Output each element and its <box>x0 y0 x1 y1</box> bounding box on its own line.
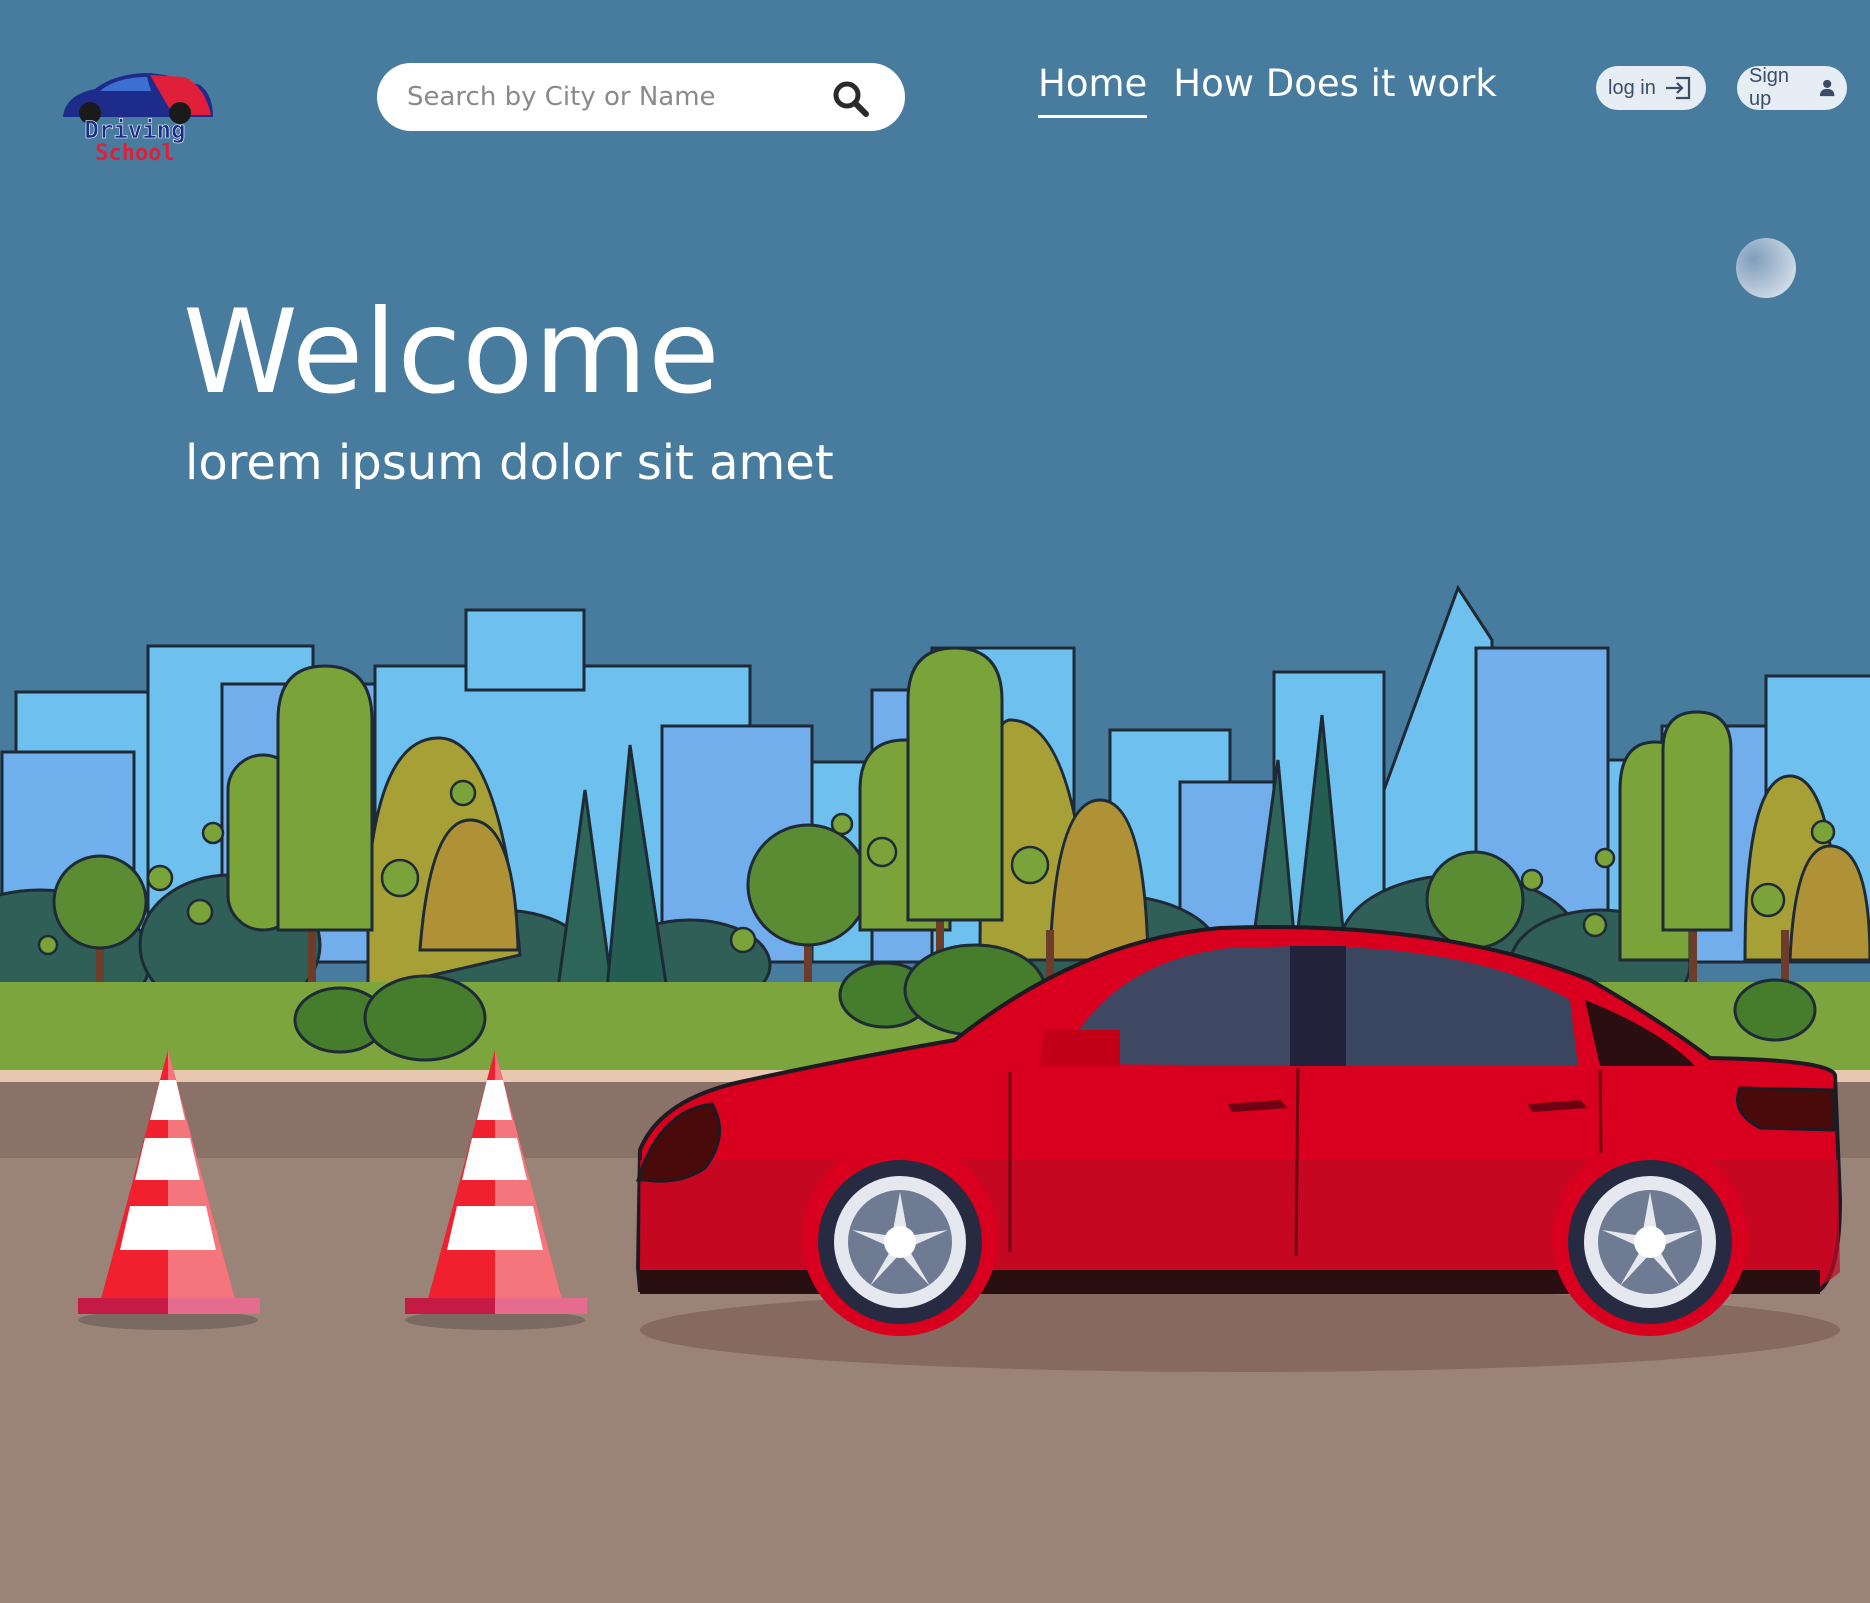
hero-title: Welcome <box>183 285 721 420</box>
nav-home[interactable]: Home <box>1038 62 1148 118</box>
decorative-orb <box>1736 238 1796 298</box>
search-bar[interactable] <box>377 63 905 131</box>
city-street-illustration <box>0 584 1870 1603</box>
login-button[interactable]: log in <box>1596 66 1706 110</box>
front-wheel <box>802 1140 998 1336</box>
signup-button[interactable]: Sign up <box>1737 65 1847 110</box>
search-icon[interactable] <box>831 79 871 119</box>
login-label: log in <box>1608 76 1656 99</box>
nav-how-it-works[interactable]: How Does it work <box>1173 62 1497 118</box>
main-nav: Home How Does it work <box>1038 62 1497 118</box>
search-input[interactable] <box>405 81 799 113</box>
signup-label: Sign up <box>1749 65 1790 110</box>
logo-text-driving: Driving <box>84 116 185 144</box>
rear-wheel <box>1552 1140 1748 1336</box>
hero-subtitle: lorem ipsum dolor sit amet <box>185 435 834 491</box>
user-icon <box>1819 79 1835 97</box>
logo[interactable]: Driving School <box>55 65 215 165</box>
login-arrow-icon <box>1665 76 1690 100</box>
logo-text-school: School <box>95 141 174 165</box>
